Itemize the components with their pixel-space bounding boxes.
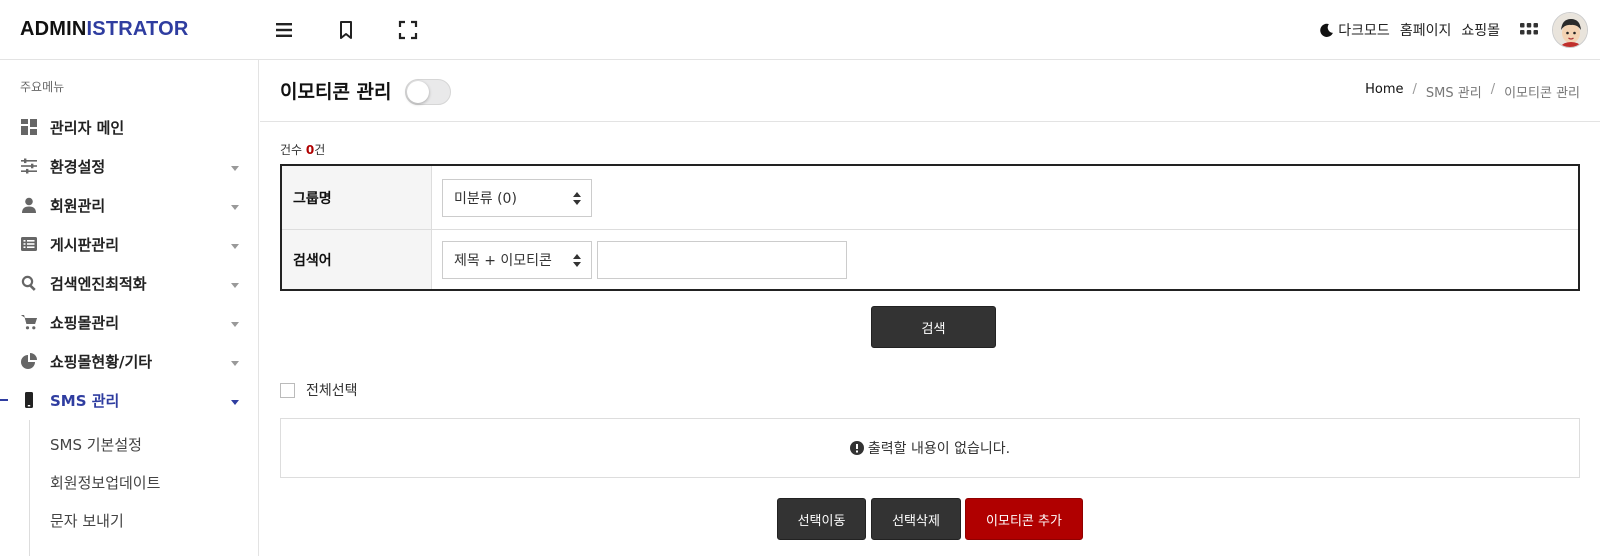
caret-down-icon [230,278,240,288]
shop-link[interactable]: 쇼핑몰 [1461,20,1500,40]
select-all-checkbox[interactable] [280,382,295,398]
breadcrumb-separator: / [1490,82,1496,97]
caret-down-icon [230,356,240,366]
sidebar-item-label: 환경설정 [50,157,106,176]
logo-part-admin: ADMIN [20,18,87,40]
breadcrumb: Home / SMS 관리 / 이모티콘 관리 [1365,82,1580,101]
submenu-line [29,420,30,556]
caret-down-icon [230,395,240,405]
caret-down-icon [230,200,240,210]
group-label: 그룹명 [282,166,432,229]
top-header: ADMINISTRATOR 다크모드 홈페이지 쇼핑몰 [0,0,1600,60]
sidebar-caption: 주요메뉴 [20,80,65,94]
page-toggle-switch[interactable] [405,79,451,105]
caret-down-icon [230,239,240,249]
page-header: 이모티콘 관리 Home / SMS 관리 / 이모티콘 관리 [260,60,1600,122]
exclamation-circle-icon [849,441,864,455]
sidebar-item-boards[interactable]: 게시판관리 [0,226,258,262]
sidebar-item-label: 쇼핑몰현황/기타 [50,352,153,371]
keyword-cell: 제목 + 이모티콘 [432,230,1578,289]
menu-icon[interactable] [273,19,295,41]
sidebar-item-settings[interactable]: 환경설정 [0,148,258,184]
submenu-item-sms-settings[interactable]: SMS 기본설정 [50,434,142,455]
group-select-value: 미분류 (0) [454,190,517,207]
delete-selected-button[interactable]: 선택삭제 [871,498,961,540]
dashboard-icon [20,118,38,136]
group-cell: 미분류 (0) [432,166,1578,229]
homepage-label: 홈페이지 [1399,23,1452,39]
submenu-item-send-message[interactable]: 문자 보내기 [50,510,124,531]
keyword-field-value: 제목 + 이모티콘 [454,252,552,269]
bookmark-icon[interactable] [335,19,357,41]
sms-submenu: SMS 기본설정 회원정보업데이트 문자 보내기 [0,420,258,556]
keyword-input[interactable] [597,240,847,279]
list-icon [20,235,38,253]
search-row-keyword: 검색어 제목 + 이모티콘 [282,230,1578,289]
logo[interactable]: ADMINISTRATOR [20,18,189,41]
sidebar-item-label: 회원관리 [50,196,106,215]
total-count: 건수 0건 [280,141,325,158]
sliders-icon [20,157,38,175]
sidebar-item-members[interactable]: 회원관리 [0,187,258,223]
search-button[interactable]: 검색 [871,306,996,348]
sidebar-item-label: SMS 관리 [50,391,120,410]
submenu-item-member-update[interactable]: 회원정보업데이트 [50,472,160,493]
select-all-label: 전체선택 [306,383,358,399]
sidebar-item-label: 게시판관리 [50,235,120,254]
move-selected-button[interactable]: 선택이동 [777,498,866,540]
header-right: 다크모드 홈페이지 쇼핑몰 [1309,0,1600,60]
homepage-link[interactable]: 홈페이지 [1400,20,1452,40]
page-title: 이모티콘 관리 [280,81,392,103]
sidebar-item-seo[interactable]: 검색엔진최적화 [0,265,258,301]
keyword-label: 검색어 [282,230,432,289]
logo-part-istrator: ISTRATOR [86,18,189,40]
apps-grid-icon[interactable] [1520,21,1538,39]
count-value: 0 [305,143,315,157]
select-arrows-icon [573,253,581,267]
user-icon [20,196,38,214]
fullscreen-icon[interactable] [397,19,419,41]
toggle-knob [407,81,429,103]
select-all[interactable]: 전체선택 [280,380,358,400]
avatar[interactable] [1552,12,1588,48]
breadcrumb-home[interactable]: Home [1365,82,1403,101]
search-form-table: 그룹명 미분류 (0) 검색어 제목 + 이모티콘 [280,164,1580,291]
cart-icon [20,313,38,331]
empty-list: 출력할 내용이 없습니다. [280,418,1580,478]
caret-down-icon [230,317,240,327]
sidebar: 주요메뉴 관리자 메인 환경설정 회원관리 게시판관리 검색엔진최적화 쇼핑몰관… [0,60,259,556]
shop-label: 쇼핑몰 [1461,23,1500,39]
caret-down-icon [230,161,240,171]
breadcrumb-separator: / [1412,82,1417,97]
sidebar-item-shop-admin[interactable]: 쇼핑몰관리 [0,304,258,340]
keyword-field-select[interactable]: 제목 + 이모티콘 [442,240,592,279]
group-select[interactable]: 미분류 (0) [442,178,592,217]
main-content: 이모티콘 관리 Home / SMS 관리 / 이모티콘 관리 건수 0건 그룹… [260,60,1600,556]
moon-icon [1320,23,1334,37]
sidebar-item-admin-main[interactable]: 관리자 메인 [0,109,258,145]
count-prefix: 건수 [280,143,306,157]
search-row-group: 그룹명 미분류 (0) [282,166,1578,230]
add-emoticon-button[interactable]: 이모티콘 추가 [965,498,1083,540]
sidebar-item-shop-stats[interactable]: 쇼핑몰현황/기타 [0,343,258,379]
count-suffix: 건 [314,143,326,157]
sidebar-item-label: 관리자 메인 [50,118,125,137]
empty-message: 출력할 내용이 없습니다. [867,441,1011,457]
breadcrumb-sms[interactable]: SMS 관리 [1426,82,1482,101]
sidebar-item-label: 검색엔진최적화 [50,274,147,293]
search-icon [20,274,38,292]
mobile-icon [20,391,38,409]
active-indicator [0,399,8,401]
breadcrumb-current: 이모티콘 관리 [1504,86,1580,101]
pie-chart-icon [20,352,38,370]
select-arrows-icon [573,191,581,205]
darkmode-link[interactable]: 다크모드 [1319,20,1390,40]
sidebar-item-label: 쇼핑몰관리 [50,313,120,332]
darkmode-label: 다크모드 [1338,23,1390,39]
sidebar-item-sms[interactable]: SMS 관리 [0,382,258,418]
